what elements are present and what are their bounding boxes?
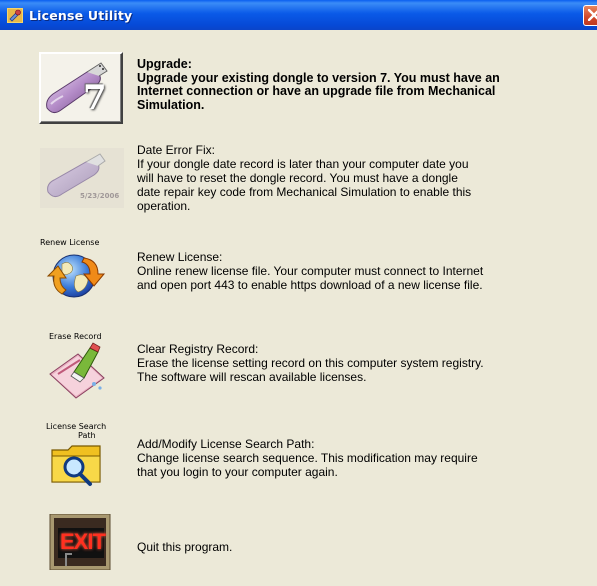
globe-renew-icon (46, 254, 106, 298)
dongle-date-label: 5/23/2006 (80, 192, 120, 200)
folder-search-icon (51, 445, 101, 486)
date-error-fix-line-3: date repair key code from Mechanical Sim… (137, 185, 472, 199)
option-date-error-fix[interactable]: 5/23/2006 Date Error Fix: If your dongle… (0, 140, 597, 220)
title-bar[interactable]: License Utility (0, 0, 597, 30)
date-error-fix-line-2: will have to reset the dongle record. Yo… (137, 171, 458, 185)
option-quit[interactable]: EXIT Quit this program. (0, 513, 597, 574)
close-button[interactable] (583, 5, 597, 26)
close-icon (588, 9, 597, 21)
eraser-icon (49, 342, 105, 399)
search-path-line-1: Change license search sequence. This mod… (137, 451, 478, 465)
date-error-fix-line-4: operation. (137, 199, 191, 213)
upgrade-line-3: Simulation. (137, 97, 205, 112)
date-error-fix-title: Date Error Fix: (137, 143, 216, 157)
license-utility-window: License Utility 7 Upgrade: Upgrade your … (0, 0, 597, 586)
license-search-path-button[interactable]: License Search Path (38, 422, 122, 492)
search-path-line-2: that you login to your computer again. (137, 465, 338, 479)
erase-record-button[interactable]: Erase Record (38, 332, 122, 400)
upgrade-version-badge: 7 (83, 78, 107, 118)
quit-label: Quit this program. (137, 540, 233, 554)
upgrade-line-1: Upgrade your existing dongle to version … (137, 70, 500, 85)
option-renew-license[interactable]: Renew License Renew License: Online rene (0, 238, 597, 303)
key-app-icon (7, 8, 23, 23)
renew-license-line-1: Online renew license file. Your computer… (137, 264, 484, 278)
window-title: License Utility (29, 8, 133, 23)
renew-license-title: Renew License: (137, 250, 223, 264)
renew-license-button[interactable]: Renew License (38, 238, 122, 302)
option-license-search-path[interactable]: License Search Path Add/Modify License S… (0, 422, 597, 492)
upgrade-line-2: Internet connection or have an upgrade f… (137, 84, 496, 98)
clear-registry-title: Clear Registry Record: (137, 342, 259, 356)
search-path-title: Add/Modify License Search Path: (137, 437, 315, 451)
usb-dongle-upgrade-icon (46, 62, 108, 114)
date-error-fix-line-1: If your dongle date record is later than… (137, 157, 469, 171)
clear-registry-line-2: The software will rescan available licen… (137, 370, 367, 384)
exit-sign-text: EXIT (60, 529, 106, 554)
upgrade-button[interactable]: 7 (39, 52, 123, 124)
option-clear-registry-record[interactable]: Erase Record Clear Registry Record: Eras… (0, 332, 597, 402)
date-error-fix-button[interactable]: 5/23/2006 (40, 148, 124, 208)
clear-registry-line-1: Erase the license setting record on this… (137, 356, 484, 370)
renew-license-line-2: and open port 443 to enable https downlo… (137, 278, 483, 292)
exit-button[interactable]: EXIT (48, 513, 114, 571)
option-upgrade[interactable]: 7 Upgrade: Upgrade your existing dongle … (0, 52, 597, 127)
upgrade-title: Upgrade: (137, 57, 192, 71)
